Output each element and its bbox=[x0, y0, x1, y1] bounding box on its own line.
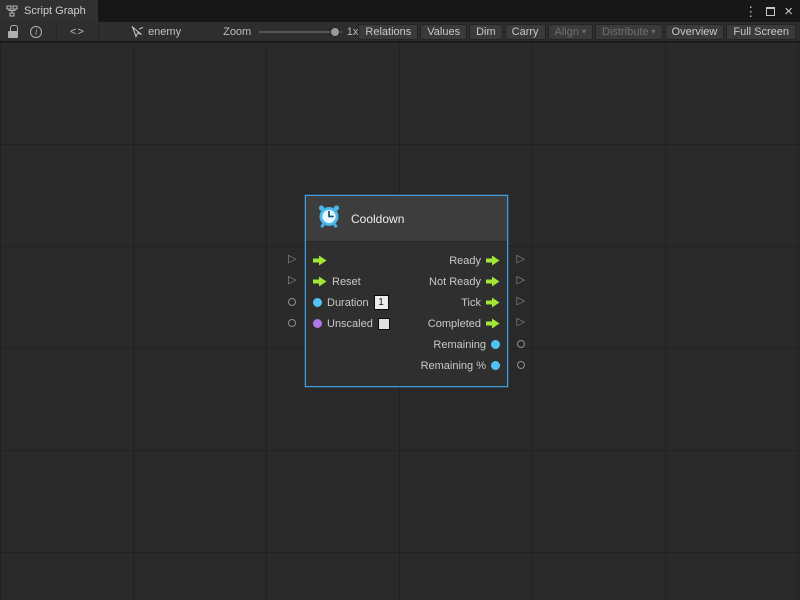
align-button: Align ▾ bbox=[548, 24, 593, 40]
zoom-label: Zoom bbox=[223, 26, 251, 38]
duration-value-field[interactable]: 1 bbox=[374, 295, 389, 310]
flow-output-tick-icon[interactable] bbox=[486, 297, 500, 308]
flow-output-completed-icon[interactable] bbox=[486, 318, 500, 329]
relations-button[interactable]: Relations bbox=[358, 24, 418, 40]
port-label-not-ready: Not Ready bbox=[429, 276, 481, 288]
outer-value-port[interactable] bbox=[517, 340, 525, 348]
port-row: Remaining bbox=[306, 334, 507, 355]
outer-value-port[interactable] bbox=[288, 319, 296, 327]
outer-flow-port[interactable]: ▷ bbox=[517, 254, 525, 265]
tab-label: Script Graph bbox=[24, 5, 86, 17]
port-label-ready: Ready bbox=[449, 255, 481, 267]
chevron-down-icon: ▾ bbox=[652, 28, 656, 36]
port-row: Reset Not Ready bbox=[306, 271, 507, 292]
flow-output-ready-icon[interactable] bbox=[486, 255, 500, 266]
flow-input-reset-icon[interactable] bbox=[313, 276, 327, 287]
flow-output-not-ready-icon[interactable] bbox=[486, 276, 500, 287]
title-bar: Script Graph ⋮ × bbox=[0, 0, 800, 22]
tab-script-graph[interactable]: Script Graph bbox=[0, 0, 98, 22]
node-body: Ready Reset Not Ready bbox=[306, 242, 507, 386]
outer-flow-port[interactable]: ▷ bbox=[517, 296, 525, 307]
outer-value-port[interactable] bbox=[517, 361, 525, 369]
port-row: Unscaled Completed bbox=[306, 313, 507, 334]
port-row: Ready bbox=[306, 250, 507, 271]
values-button[interactable]: Values bbox=[420, 24, 467, 40]
port-label-unscaled: Unscaled bbox=[327, 318, 373, 330]
close-icon[interactable]: × bbox=[784, 4, 793, 19]
outer-flow-port[interactable]: ▷ bbox=[517, 317, 525, 328]
port-label-duration: Duration bbox=[327, 297, 369, 309]
outer-flow-port[interactable]: ▷ bbox=[517, 275, 525, 286]
port-label-completed: Completed bbox=[428, 318, 481, 330]
cooldown-node[interactable]: Cooldown Ready bbox=[305, 195, 508, 387]
zoom-slider-knob[interactable] bbox=[330, 27, 340, 37]
graph-toolbar: i <> enemy Zoom 1x Relations Values Dim … bbox=[0, 22, 800, 42]
port-label-reset: Reset bbox=[332, 276, 361, 288]
outer-flow-port[interactable]: ▷ bbox=[288, 254, 296, 265]
chevron-down-icon: ▾ bbox=[582, 28, 586, 36]
clock-icon bbox=[316, 203, 342, 234]
value-input-unscaled-icon[interactable] bbox=[313, 319, 322, 328]
maximize-icon[interactable] bbox=[766, 7, 775, 16]
outer-flow-port[interactable]: ▷ bbox=[288, 275, 296, 286]
toolbar-buttons: Relations Values Dim Carry Align ▾ Distr… bbox=[358, 24, 796, 40]
full-screen-button[interactable]: Full Screen bbox=[726, 24, 796, 40]
port-row: Duration 1 Tick bbox=[306, 292, 507, 313]
zoom-slider[interactable] bbox=[259, 25, 342, 39]
flow-input-enter-icon[interactable] bbox=[313, 255, 327, 266]
port-label-remaining-pct: Remaining % bbox=[421, 360, 486, 372]
zoom-value: 1x bbox=[347, 26, 359, 38]
graph-canvas[interactable]: Cooldown Ready bbox=[0, 42, 800, 600]
lock-icon[interactable] bbox=[8, 25, 17, 38]
script-graph-window: Script Graph ⋮ × i <> enemy Zoom 1x bbox=[0, 0, 800, 600]
more-options-icon[interactable]: ⋮ bbox=[744, 5, 757, 18]
outer-value-port[interactable] bbox=[288, 298, 296, 306]
unscaled-checkbox[interactable] bbox=[378, 318, 390, 330]
dim-button[interactable]: Dim bbox=[469, 24, 503, 40]
graph-name-label: enemy bbox=[148, 26, 181, 38]
port-label-tick: Tick bbox=[461, 297, 481, 309]
port-row: Remaining % bbox=[306, 355, 507, 376]
value-output-remaining-pct-icon[interactable] bbox=[491, 361, 500, 370]
info-icon[interactable]: i bbox=[30, 26, 41, 38]
value-input-duration-icon[interactable] bbox=[313, 298, 322, 307]
code-icon[interactable]: <> bbox=[56, 24, 99, 40]
graph-name-group: enemy bbox=[131, 26, 181, 38]
value-output-remaining-icon[interactable] bbox=[491, 340, 500, 349]
script-graph-icon bbox=[6, 5, 18, 17]
carry-button[interactable]: Carry bbox=[505, 24, 546, 40]
node-title: Cooldown bbox=[351, 212, 404, 226]
node-header[interactable]: Cooldown bbox=[306, 196, 507, 242]
titlebar-controls: ⋮ × bbox=[744, 4, 800, 19]
overview-button[interactable]: Overview bbox=[665, 24, 725, 40]
cursor-icon bbox=[131, 26, 144, 38]
port-label-remaining: Remaining bbox=[433, 339, 486, 351]
distribute-button: Distribute ▾ bbox=[595, 24, 662, 40]
